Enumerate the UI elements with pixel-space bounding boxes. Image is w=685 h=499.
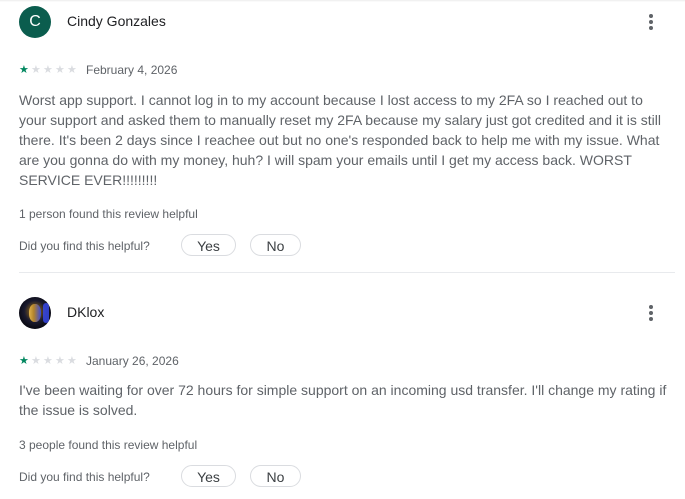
helpful-no-button[interactable]: No	[250, 234, 301, 256]
more-vertical-icon[interactable]	[639, 301, 663, 325]
review-date: January 26, 2026	[86, 354, 179, 368]
review-text: I've been waiting for over 72 hours for …	[19, 382, 667, 418]
review-card: DKlox ★ ★ ★ ★ ★ January 26, 2026 I've been w…	[0, 290, 685, 499]
helpful-vote-row: Did you find this helpful? Yes No	[19, 234, 419, 258]
more-vertical-icon[interactable]	[639, 10, 663, 34]
review-author-name: Cindy Gonzales	[67, 13, 166, 29]
star-empty-icon: ★	[43, 63, 53, 76]
star-filled-icon: ★	[19, 63, 29, 76]
star-rating: ★ ★ ★ ★ ★	[19, 64, 79, 76]
star-empty-icon: ★	[31, 63, 41, 76]
star-empty-icon: ★	[55, 63, 65, 76]
star-empty-icon: ★	[43, 354, 53, 367]
helpful-question: Did you find this helpful?	[19, 470, 150, 484]
helpful-count: 1 person found this review helpful	[19, 207, 198, 221]
star-empty-icon: ★	[31, 354, 41, 367]
review-author-name: DKlox	[67, 304, 105, 320]
avatar: C	[19, 6, 51, 38]
helpful-question: Did you find this helpful?	[19, 239, 150, 253]
helpful-vote-row: Did you find this helpful? Yes No	[19, 465, 419, 489]
review-divider	[19, 272, 675, 273]
star-filled-icon: ★	[19, 354, 29, 367]
star-empty-icon: ★	[67, 63, 77, 76]
review-card: C Cindy Gonzales ★ ★ ★ ★ ★ February 4, 2026 …	[0, 0, 685, 272]
helpful-yes-button[interactable]: Yes	[181, 234, 236, 256]
star-rating: ★ ★ ★ ★ ★	[19, 355, 79, 367]
helpful-count: 3 people found this review helpful	[19, 438, 198, 452]
avatar	[19, 297, 51, 329]
review-text: Worst app support. I cannot log in to my…	[19, 92, 661, 188]
star-empty-icon: ★	[67, 354, 77, 367]
star-empty-icon: ★	[55, 354, 65, 367]
helpful-no-button[interactable]: No	[250, 465, 301, 487]
helpful-yes-button[interactable]: Yes	[181, 465, 236, 487]
review-date: February 4, 2026	[86, 63, 178, 77]
